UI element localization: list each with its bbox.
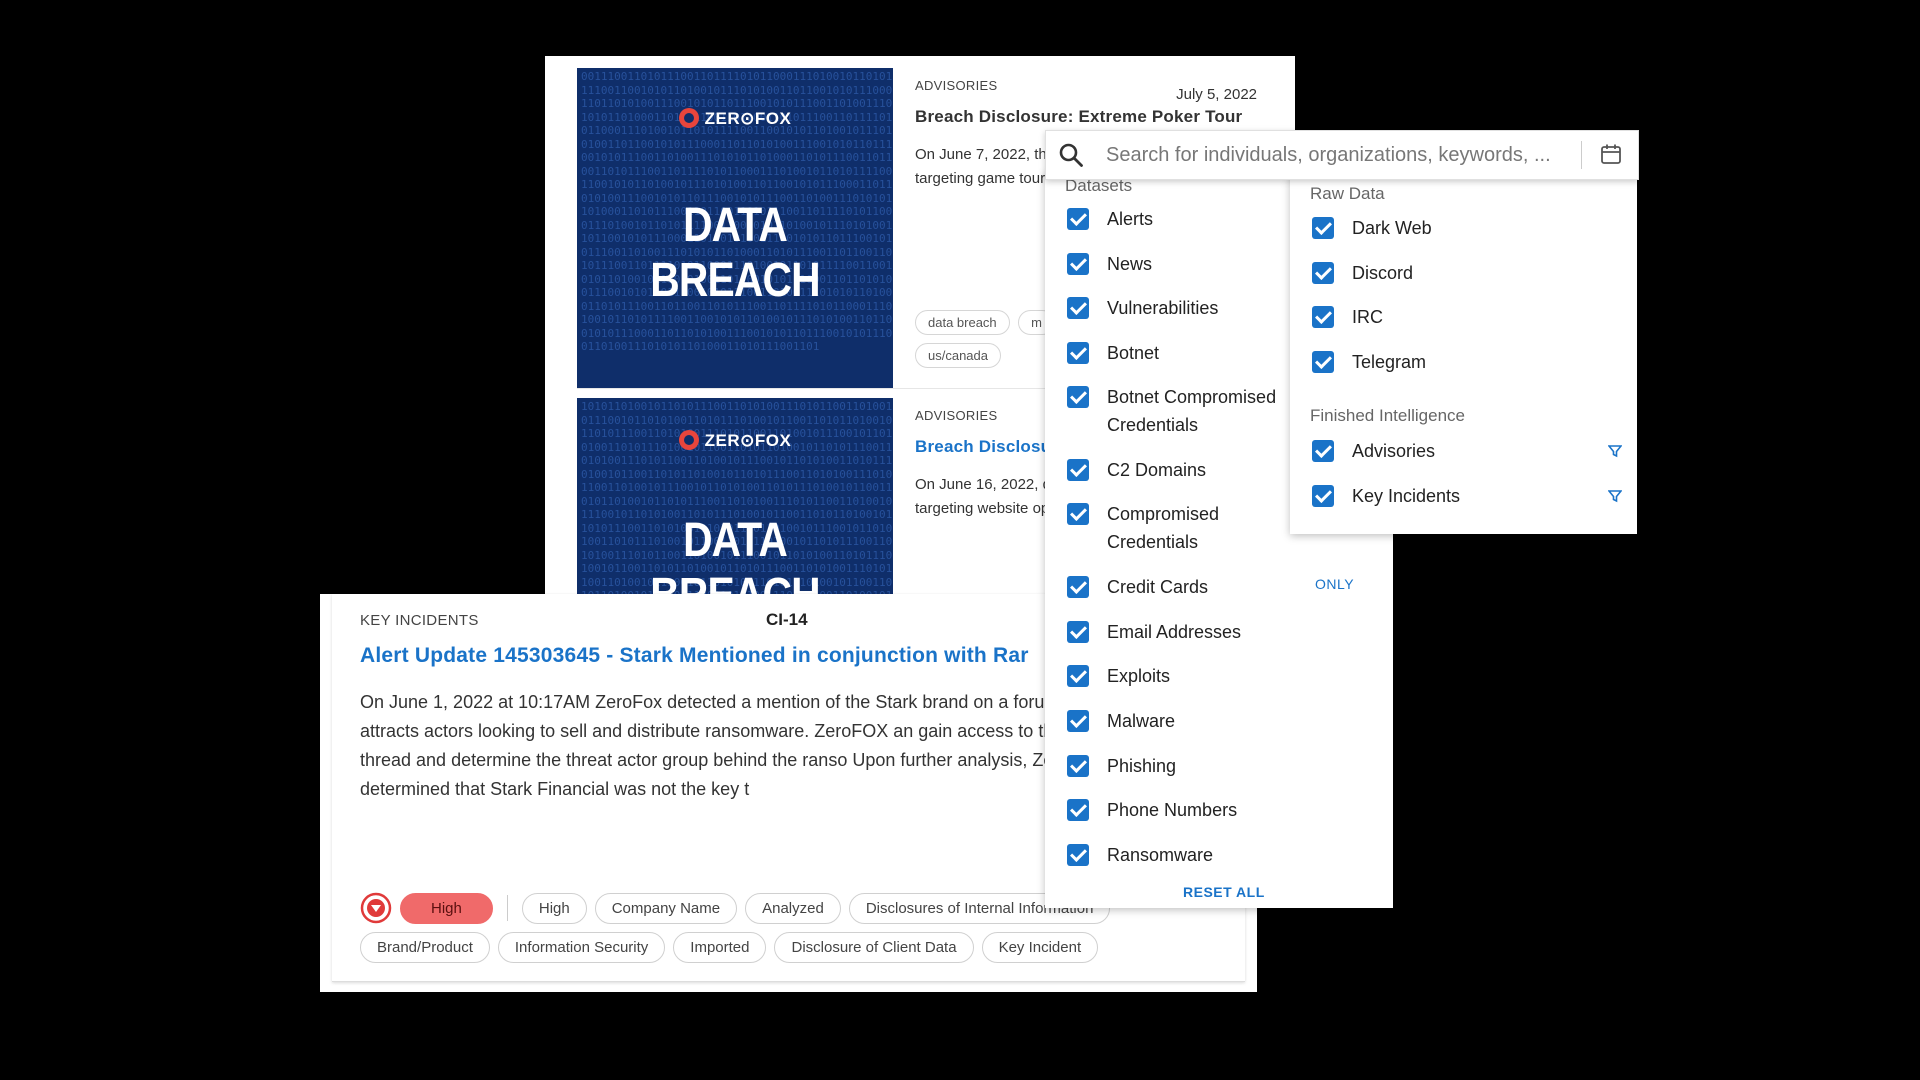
fox-mark-icon xyxy=(678,108,699,128)
thumbnail-title: DATA BREACH xyxy=(650,199,820,307)
tag-chip[interactable]: data breach xyxy=(915,310,1010,335)
dataset-option-c2-domains[interactable]: C2 Domains xyxy=(1067,459,1307,484)
severity-shield-icon xyxy=(360,892,392,924)
raw-data-heading: Raw Data xyxy=(1310,184,1385,203)
fi-option-advisories[interactable]: Advisories xyxy=(1312,440,1552,465)
checkbox-checked-icon[interactable] xyxy=(1067,799,1089,821)
checkbox-checked-icon[interactable] xyxy=(1067,208,1089,230)
tag-chip[interactable]: Key Incident xyxy=(981,932,1099,963)
checkbox-checked-icon[interactable] xyxy=(1312,306,1334,328)
checkbox-checked-icon[interactable] xyxy=(1312,440,1334,462)
raw-option-dark-web[interactable]: Dark Web xyxy=(1312,217,1552,242)
search-input[interactable] xyxy=(1104,139,1608,171)
tag-chip[interactable]: Imported xyxy=(673,932,767,963)
thumbnail-title: DATA BREACH xyxy=(650,514,820,596)
dataset-option-malware[interactable]: Malware xyxy=(1067,710,1307,735)
checkbox-checked-icon[interactable] xyxy=(1312,217,1334,239)
dataset-option-phishing[interactable]: Phishing xyxy=(1067,755,1307,780)
reset-all-button[interactable]: RESET ALL xyxy=(1183,884,1265,900)
dataset-option-alerts[interactable]: Alerts xyxy=(1067,208,1307,233)
severity-badge: High xyxy=(400,892,493,924)
advisory-thumbnail: 0011100110101110011011110101100011101001… xyxy=(577,68,893,388)
only-button[interactable]: ONLY xyxy=(1315,576,1354,592)
dataset-option-ransomware[interactable]: Ransomware xyxy=(1067,844,1307,869)
calendar-icon[interactable] xyxy=(1599,142,1623,166)
fi-option-key-incidents[interactable]: Key Incidents xyxy=(1312,485,1552,510)
checkbox-checked-icon[interactable] xyxy=(1067,665,1089,687)
raw-option-telegram[interactable]: Telegram xyxy=(1312,351,1552,376)
tag-divider xyxy=(506,895,508,921)
checkbox-checked-icon[interactable] xyxy=(1312,262,1334,284)
incident-id: CI-14 xyxy=(766,610,808,629)
zerofox-logo: ZER⊙FOX xyxy=(577,108,893,129)
dataset-option-email-addresses[interactable]: Email Addresses xyxy=(1067,621,1307,646)
checkbox-checked-icon[interactable] xyxy=(1312,351,1334,373)
dataset-option-phone-numbers[interactable]: Phone Numbers xyxy=(1067,799,1307,824)
filter-icon[interactable] xyxy=(1608,444,1622,458)
checkbox-checked-icon[interactable] xyxy=(1067,576,1089,598)
dataset-option-exploits[interactable]: Exploits xyxy=(1067,665,1307,690)
checkbox-checked-icon[interactable] xyxy=(1067,297,1089,319)
checkbox-checked-icon[interactable] xyxy=(1067,755,1089,777)
dataset-option-news[interactable]: News xyxy=(1067,253,1307,278)
dataset-option-compromised-credentials[interactable]: Compromised Credentials xyxy=(1067,503,1307,556)
filter-icon[interactable] xyxy=(1608,489,1622,503)
raw-option-discord[interactable]: Discord xyxy=(1312,262,1552,287)
checkbox-checked-icon[interactable] xyxy=(1067,621,1089,643)
incident-description: On June 1, 2022 at 10:17AM ZeroFox detec… xyxy=(360,692,1100,799)
advisory-date: July 5, 2022 xyxy=(1176,86,1257,103)
checkbox-checked-icon[interactable] xyxy=(1067,710,1089,732)
incident-title[interactable]: Alert Update 145303645 - Stark Mentioned… xyxy=(360,644,1029,668)
checkbox-checked-icon[interactable] xyxy=(1067,253,1089,275)
zerofox-logo: ZER⊙FOX xyxy=(577,430,893,451)
incident-category: KEY INCIDENTS xyxy=(360,612,479,629)
tag-chip[interactable]: Brand/Product xyxy=(360,932,490,963)
tag-chip[interactable]: Information Security xyxy=(497,932,666,963)
advisory-title[interactable]: Breach Disclosure: Extreme Poker Tour xyxy=(915,107,1267,127)
dataset-option-botnet-credentials[interactable]: Botnet Compromised Credentials xyxy=(1067,386,1307,439)
fox-mark-icon xyxy=(678,430,699,450)
search-icon[interactable] xyxy=(1058,142,1084,168)
search-bar xyxy=(1045,130,1639,180)
dataset-option-credit-cards[interactable]: Credit Cards xyxy=(1067,576,1307,601)
checkbox-checked-icon[interactable] xyxy=(1312,485,1334,507)
checkbox-checked-icon[interactable] xyxy=(1067,844,1089,866)
checkbox-checked-icon[interactable] xyxy=(1067,459,1089,481)
raw-data-dropdown: Raw Data Dark Web Discord IRC Telegram F… xyxy=(1290,172,1637,534)
tag-chip[interactable]: us/canada xyxy=(915,343,1001,368)
tag-chip[interactable]: Disclosure of Client Data xyxy=(774,932,974,963)
tag-chip[interactable]: Analyzed xyxy=(745,892,841,924)
checkbox-checked-icon[interactable] xyxy=(1067,386,1089,408)
checkbox-checked-icon[interactable] xyxy=(1067,342,1089,364)
dataset-option-botnet[interactable]: Botnet xyxy=(1067,342,1307,367)
tag-chip[interactable]: Company Name xyxy=(594,892,738,924)
finished-intelligence-heading: Finished Intelligence xyxy=(1310,406,1465,425)
search-divider xyxy=(1581,141,1582,169)
dataset-option-vulnerabilities[interactable]: Vulnerabilities xyxy=(1067,297,1307,322)
advisory-thumbnail: 1010110100101101011100110101001110101100… xyxy=(577,398,893,596)
checkbox-checked-icon[interactable] xyxy=(1067,503,1089,525)
raw-option-irc[interactable]: IRC xyxy=(1312,306,1552,331)
tag-chip[interactable]: High xyxy=(521,892,587,924)
